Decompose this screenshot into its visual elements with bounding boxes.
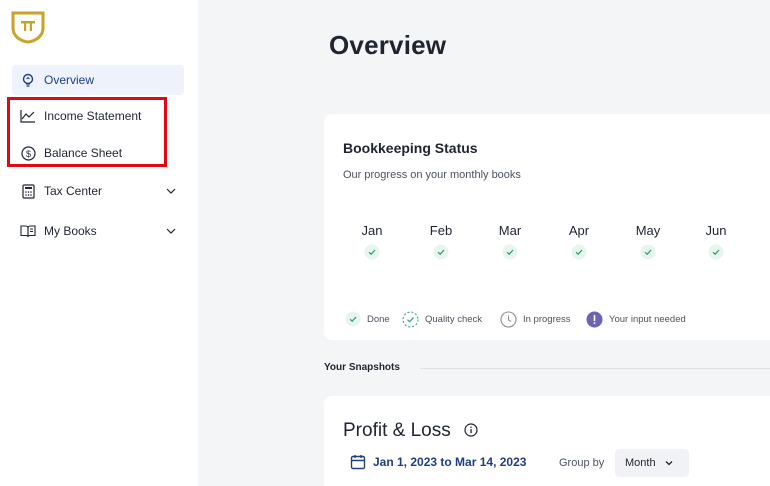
bookkeeping-status-card: Bookkeeping Status Our progress on your …: [324, 114, 770, 340]
highlight-box: [7, 97, 167, 167]
chevron-down-icon: [664, 458, 674, 468]
legend-progress: In progress: [500, 310, 571, 328]
lightbulb-icon: [20, 72, 36, 88]
check-icon[interactable]: [502, 244, 518, 260]
month-label: Feb: [429, 223, 453, 238]
sidebar: Overview Income Statement $ Balance Shee…: [0, 0, 198, 486]
sidebar-item-tax-center[interactable]: Tax Center: [12, 176, 184, 206]
legend-label: Quality check: [425, 313, 483, 325]
check-icon[interactable]: [433, 244, 449, 260]
card-subtitle: Our progress on your monthly books: [343, 169, 521, 181]
date-range-picker[interactable]: Jan 1, 2023 to Mar 14, 2023: [350, 454, 526, 470]
clock-icon: [500, 310, 517, 328]
month-label: Apr: [568, 223, 590, 238]
sidebar-item-label: Overview: [44, 73, 95, 87]
sidebar-item-my-books[interactable]: My Books: [12, 216, 184, 246]
calendar-icon: [350, 454, 366, 470]
legend-input: Your input needed: [586, 310, 686, 328]
group-by-label: Group by: [559, 457, 605, 469]
check-icon[interactable]: [571, 244, 587, 260]
card-title: Profit & Loss: [343, 420, 451, 441]
legend-label: Done: [367, 313, 390, 325]
legend-label: In progress: [523, 313, 571, 325]
alert-icon: [586, 311, 603, 328]
info-icon[interactable]: [464, 423, 478, 437]
card-title: Bookkeeping Status: [343, 140, 478, 156]
month-label: Mar: [498, 223, 522, 238]
month-label: Jun: [705, 223, 727, 238]
sidebar-item-label: My Books: [44, 224, 97, 238]
check-icon[interactable]: [640, 244, 656, 260]
check-icon: [344, 311, 361, 328]
month-label: Jan: [361, 223, 383, 238]
date-range-label: Jan 1, 2023 to Mar 14, 2023: [373, 455, 527, 469]
pillar-shield-logo[interactable]: [11, 10, 45, 44]
group-by-value: Month: [625, 457, 656, 469]
sidebar-item-label: Tax Center: [44, 184, 103, 198]
sidebar-item-overview[interactable]: Overview: [12, 65, 184, 95]
page-title: Overview: [329, 30, 447, 60]
profit-loss-card: Profit & Loss Jan 1, 2023 to Mar 14, 202…: [324, 396, 770, 486]
divider: [420, 368, 770, 369]
quality-check-icon: [402, 311, 419, 328]
chevron-down-icon[interactable]: [164, 184, 178, 198]
legend-done: Done: [344, 310, 390, 328]
calculator-icon: [20, 183, 36, 199]
book-icon: [20, 223, 36, 239]
group-by-select[interactable]: Month: [615, 449, 689, 477]
chevron-down-icon[interactable]: [164, 224, 178, 238]
check-icon[interactable]: [364, 244, 380, 260]
check-icon[interactable]: [708, 244, 724, 260]
legend-label: Your input needed: [609, 313, 686, 325]
section-label: Your Snapshots: [324, 362, 400, 373]
month-label: May: [635, 223, 661, 238]
legend-quality: Quality check: [402, 310, 482, 328]
